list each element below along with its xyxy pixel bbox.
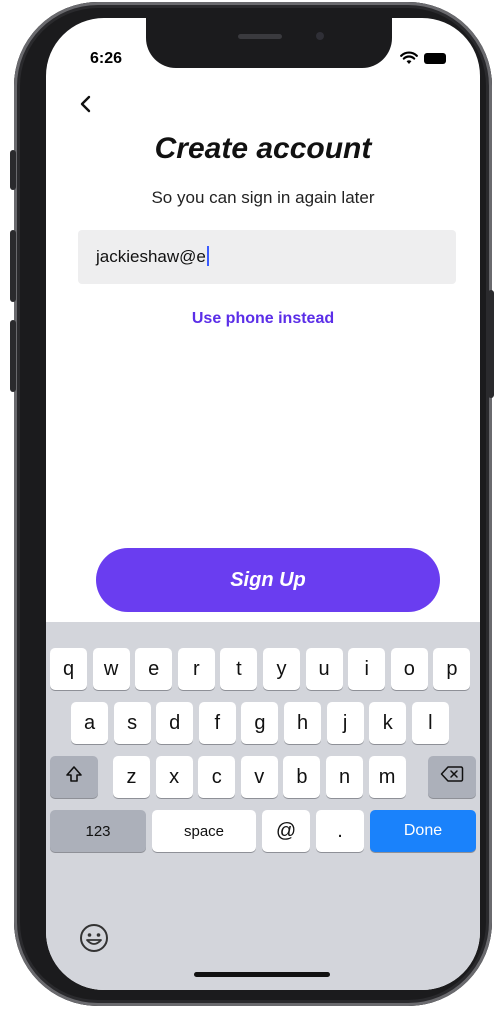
key-m[interactable]: m: [368, 756, 406, 798]
key-m-label: m: [378, 765, 396, 788]
key-a[interactable]: a: [71, 702, 108, 744]
emoji-icon[interactable]: [78, 922, 110, 954]
key-c[interactable]: c: [198, 756, 236, 798]
key-z-label: z: [126, 765, 137, 788]
key-v-label: v: [254, 765, 265, 788]
backspace-key[interactable]: [428, 756, 476, 798]
key-f-label: f: [214, 711, 221, 734]
key-f[interactable]: f: [198, 702, 236, 744]
email-field-value: jackieshaw@e: [96, 246, 209, 267]
numbers-key-label: 123: [85, 822, 111, 840]
volume-up-button: [10, 230, 16, 302]
key-v[interactable]: v: [240, 756, 278, 798]
numbers-key[interactable]: 123: [50, 810, 146, 852]
dot-key-label: .: [337, 819, 343, 842]
key-p-label: p: [446, 657, 458, 680]
at-key[interactable]: @: [262, 810, 310, 852]
key-s[interactable]: s: [113, 702, 151, 744]
volume-down-button: [10, 320, 16, 392]
on-screen-keyboard: q w e r t y u i o p a s d f g h j k l z x c v b n m 123 space @. Done: [46, 622, 480, 990]
key-o[interactable]: o: [390, 648, 428, 690]
space-key[interactable]: space: [152, 810, 256, 852]
key-d[interactable]: d: [156, 702, 194, 744]
key-l[interactable]: l: [411, 702, 449, 744]
key-w-label: w: [103, 657, 119, 680]
key-d-label: d: [169, 711, 181, 734]
key-h[interactable]: h: [284, 702, 321, 744]
backspace-icon: [440, 765, 464, 789]
key-n[interactable]: n: [326, 756, 363, 798]
speaker-grille: [238, 34, 282, 39]
shift-key[interactable]: [50, 756, 98, 798]
done-key[interactable]: Done: [370, 810, 476, 852]
key-j-label: j: [342, 711, 348, 734]
key-b[interactable]: b: [283, 756, 321, 798]
wifi-icon: [400, 51, 418, 65]
key-x-label: x: [169, 765, 180, 788]
status-time: 6:26: [90, 50, 123, 67]
key-k[interactable]: k: [369, 702, 407, 744]
key-p[interactable]: p: [433, 648, 471, 690]
key-r[interactable]: r: [177, 648, 215, 690]
page-subtitle: So you can sign in again later: [151, 188, 375, 207]
page-title: Create account: [154, 132, 372, 165]
key-u-label: u: [318, 657, 330, 680]
key-o-label: o: [403, 657, 415, 680]
email-field[interactable]: jackieshaw@e: [78, 230, 456, 284]
text-cursor: [206, 246, 209, 266]
key-j[interactable]: j: [326, 702, 364, 744]
battery-icon: [424, 52, 446, 64]
key-n-label: n: [338, 765, 351, 788]
power-button: [488, 290, 494, 398]
key-r-label: r: [192, 657, 200, 680]
key-g-label: g: [254, 711, 266, 734]
shift-icon: [64, 764, 84, 790]
key-y-label: y: [276, 657, 287, 680]
front-camera: [316, 32, 324, 40]
dot-key[interactable]: .: [316, 810, 364, 852]
key-z[interactable]: z: [113, 756, 150, 798]
phone-screen: 6:26 Create account So you can sign in a…: [46, 18, 480, 990]
use-phone-link[interactable]: Use phone instead: [46, 310, 480, 328]
mute-switch: [10, 150, 16, 190]
key-y[interactable]: y: [263, 648, 300, 690]
key-x[interactable]: x: [155, 756, 193, 798]
key-c-label: c: [211, 765, 222, 788]
key-e[interactable]: e: [135, 648, 173, 690]
sign-up-button[interactable]: Sign Up: [96, 548, 440, 612]
key-l-label: l: [428, 711, 433, 734]
key-g[interactable]: g: [241, 702, 279, 744]
space-key-label: space: [183, 822, 225, 840]
key-b-label: b: [296, 765, 308, 788]
key-i[interactable]: i: [348, 648, 386, 690]
key-t-label: t: [236, 657, 242, 680]
done-key-label: Done: [403, 822, 443, 839]
key-k-label: k: [382, 711, 393, 734]
key-a-label: a: [83, 711, 96, 734]
key-h-label: h: [296, 711, 309, 734]
key-w[interactable]: w: [92, 648, 130, 690]
key-q-label: q: [62, 657, 75, 680]
key-i-label: i: [364, 657, 369, 680]
at-key-label: @: [275, 819, 297, 842]
notch: [146, 18, 392, 68]
back-chevron-icon[interactable]: [74, 92, 98, 116]
status-icons: [400, 48, 446, 68]
key-s-label: s: [127, 711, 138, 734]
key-u[interactable]: u: [305, 648, 343, 690]
home-indicator[interactable]: [194, 972, 330, 977]
key-q[interactable]: q: [50, 648, 87, 690]
key-t[interactable]: t: [220, 648, 258, 690]
key-e-label: e: [148, 657, 160, 680]
